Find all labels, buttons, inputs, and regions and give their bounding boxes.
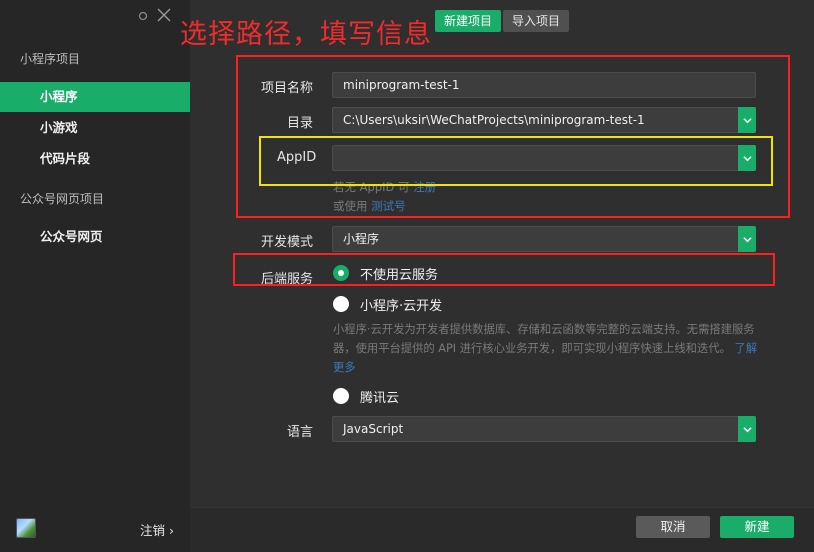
- section-title-official-web: 公众号网页项目: [20, 192, 105, 206]
- devmode-value: 小程序: [343, 232, 380, 246]
- tab-import-project[interactable]: 导入项目: [503, 10, 570, 32]
- register-link[interactable]: 注册: [413, 180, 436, 194]
- dir-select[interactable]: C:\Users\uksir\WeChatProjects\miniprogra…: [332, 107, 756, 133]
- section-title-miniprogram: 小程序项目: [20, 52, 81, 66]
- annotation-title: 选择路径，填写信息: [180, 19, 432, 50]
- appid-label: AppID: [277, 150, 317, 165]
- cancel-button[interactable]: 取消: [636, 516, 710, 538]
- bottom-bar: 取消 新建: [190, 507, 814, 552]
- testid-hint: 或使用 测试号: [333, 199, 406, 213]
- sidebar: 小程序项目 小程序 小游戏 代码片段 公众号网页项目 公众号网页 注销 ›: [0, 0, 190, 552]
- chevron-down-icon[interactable]: [738, 226, 756, 252]
- window-controls: [138, 8, 172, 26]
- minimize-icon[interactable]: [138, 10, 148, 25]
- dir-label: 目录: [287, 116, 314, 131]
- radio-no-cloud[interactable]: [333, 265, 349, 281]
- chevron-down-icon[interactable]: [738, 145, 756, 171]
- logout-link[interactable]: 注销 ›: [140, 520, 174, 539]
- project-name-label: 项目名称: [261, 81, 314, 96]
- radio-no-cloud-label[interactable]: 不使用云服务: [360, 264, 438, 283]
- sidebar-item-code-snippet[interactable]: 代码片段: [0, 144, 190, 174]
- sidebar-item-miniprogram[interactable]: 小程序: [0, 82, 190, 112]
- avatar[interactable]: [16, 518, 36, 538]
- test-account-link[interactable]: 测试号: [371, 199, 406, 213]
- top-tabs: 新建项目 导入项目: [435, 10, 570, 32]
- sidebar-footer: 注销 ›: [0, 508, 190, 552]
- sidebar-item-minigame[interactable]: 小游戏: [0, 113, 190, 143]
- tab-new-project[interactable]: 新建项目: [435, 10, 502, 32]
- radio-cloud-dev[interactable]: [333, 296, 349, 312]
- chevron-down-icon[interactable]: [738, 107, 756, 133]
- radio-tencent-cloud-label[interactable]: 腾讯云: [360, 387, 399, 406]
- sidebar-item-official-web[interactable]: 公众号网页: [0, 222, 190, 252]
- lang-label: 语言: [287, 425, 314, 440]
- annotation-box-red-backend: [233, 253, 775, 286]
- backend-label: 后端服务: [261, 272, 314, 287]
- appid-hint: 若无 AppID 可 注册: [333, 180, 437, 194]
- appid-input[interactable]: [332, 145, 756, 171]
- devmode-label: 开发模式: [261, 235, 314, 250]
- radio-tencent-cloud[interactable]: [333, 388, 349, 404]
- cloud-description: 小程序·云开发为开发者提供数据库、存储和云函数等完整的云端支持。无需搭建服务器，…: [333, 323, 758, 374]
- radio-cloud-dev-label[interactable]: 小程序·云开发: [360, 295, 442, 314]
- create-button[interactable]: 新建: [720, 516, 794, 538]
- project-name-input[interactable]: miniprogram-test-1: [332, 72, 756, 98]
- close-icon[interactable]: [156, 7, 172, 27]
- lang-value: JavaScript: [343, 422, 404, 436]
- lang-select[interactable]: JavaScript: [332, 416, 756, 442]
- devmode-select[interactable]: 小程序: [332, 226, 756, 252]
- dir-value: C:\Users\uksir\WeChatProjects\miniprogra…: [343, 113, 645, 127]
- chevron-down-icon[interactable]: [738, 416, 756, 442]
